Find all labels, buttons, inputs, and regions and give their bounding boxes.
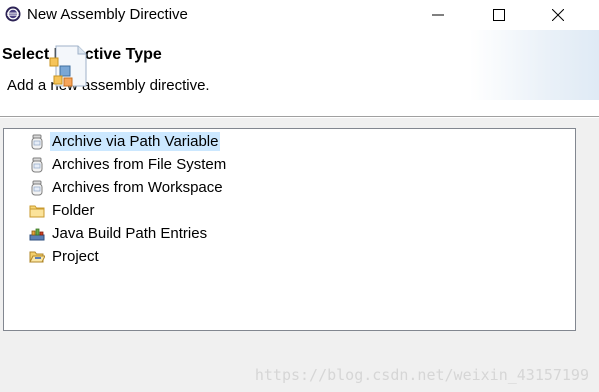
jar-icon: [31, 157, 43, 172]
watermark-text: https://blog.csdn.net/weixin_43157199: [254, 366, 589, 384]
window-title: New Assembly Directive: [27, 6, 188, 23]
dialog-window: New Assembly Directive Select Directive …: [0, 0, 599, 392]
directive-type-list[interactable]: Archive via Path Variable Archives from …: [3, 128, 576, 331]
list-item-label: Archive via Path Variable: [50, 132, 221, 151]
header-banner: [470, 30, 599, 100]
maximize-button[interactable]: [476, 0, 522, 30]
eclipse-icon: [5, 6, 21, 22]
page-description: Add a new assembly directive.: [7, 77, 210, 94]
list-item[interactable]: Java Build Path Entries: [29, 223, 209, 244]
folder-icon: [29, 205, 45, 217]
list-item[interactable]: Archive via Path Variable: [29, 131, 221, 152]
list-item-label: Java Build Path Entries: [52, 225, 208, 242]
header-divider-highlight: [0, 117, 599, 118]
wizard-banner-icon: [49, 45, 87, 87]
library-icon: [29, 228, 45, 240]
list-item[interactable]: Archives from Workspace: [29, 177, 225, 198]
list-item[interactable]: Archives from File System: [29, 154, 228, 175]
list-item-label: Archives from File System: [52, 156, 227, 173]
jar-icon: [31, 134, 43, 149]
list-item-label: Folder: [52, 202, 95, 219]
open-folder-icon: [29, 251, 45, 262]
close-icon: [552, 9, 564, 21]
jar-icon: [31, 180, 43, 195]
wizard-header: Select Directive Type Add a new assembly…: [0, 30, 599, 116]
list-item[interactable]: Project: [29, 246, 101, 267]
minimize-icon: [432, 14, 444, 16]
list-item-label: Project: [52, 248, 99, 265]
close-button[interactable]: [535, 0, 581, 30]
title-bar[interactable]: New Assembly Directive: [0, 0, 599, 30]
list-item-label: Archives from Workspace: [52, 179, 223, 196]
maximize-icon: [493, 9, 505, 21]
list-item[interactable]: Folder: [29, 200, 97, 221]
minimize-button[interactable]: [415, 0, 461, 30]
